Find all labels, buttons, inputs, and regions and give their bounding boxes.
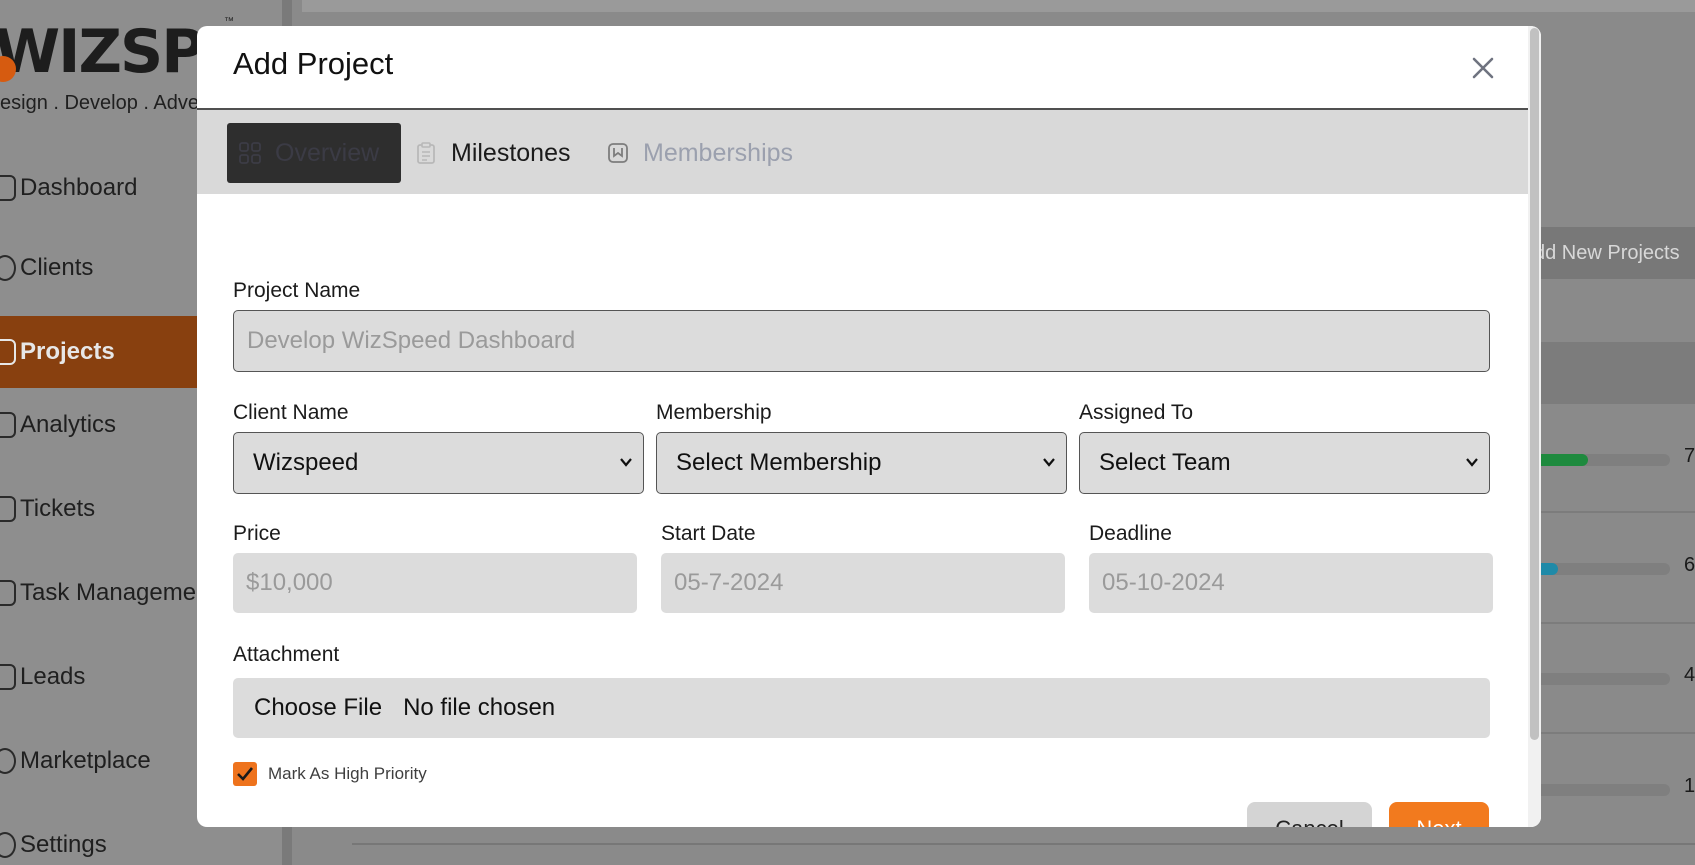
- progress-track: [1520, 454, 1670, 466]
- choose-file-button[interactable]: Choose File: [254, 694, 382, 722]
- list-icon: [0, 339, 16, 365]
- project-name-label: Project Name: [233, 279, 361, 302]
- client-name-select[interactable]: Wizspeed: [233, 432, 644, 494]
- progress-value: 7: [1684, 445, 1695, 467]
- leads-icon: [0, 664, 16, 690]
- high-priority-checkbox[interactable]: [233, 762, 257, 786]
- sidebar-item-label: Clients: [20, 254, 94, 281]
- price-label: Price: [233, 522, 281, 545]
- sidebar-item-tickets[interactable]: Tickets: [0, 489, 95, 529]
- attachment-file-input[interactable]: Choose File No file chosen: [233, 678, 1490, 738]
- clipboard-icon: [417, 142, 435, 164]
- sidebar-item-label: Settings: [20, 831, 107, 858]
- table-row: 1: [1520, 775, 1695, 799]
- tab-memberships[interactable]: Memberships: [607, 123, 793, 183]
- top-bar: [302, 0, 1695, 12]
- table-header: [1520, 342, 1695, 404]
- add-project-modal: Add Project Overview Milestones Membersh…: [197, 26, 1541, 827]
- attachment-label: Attachment: [233, 643, 340, 666]
- progress-track: [1520, 784, 1670, 796]
- sidebar-item-label: Task Manageme: [20, 579, 197, 606]
- deadline-label: Deadline: [1089, 522, 1172, 545]
- client-name-label: Client Name: [233, 401, 349, 424]
- chevron-down-icon: [1043, 458, 1055, 467]
- sidebar-item-marketplace[interactable]: Marketplace: [0, 741, 151, 781]
- tab-label: Milestones: [451, 138, 571, 167]
- sidebar-item-label: Dashboard: [20, 174, 138, 201]
- sidebar-item-label: Tickets: [20, 495, 96, 522]
- chart-icon: [0, 412, 16, 438]
- modal-scrollbar[interactable]: [1528, 26, 1541, 827]
- sidebar-item-leads[interactable]: Leads: [0, 657, 85, 697]
- start-date-label: Start Date: [661, 522, 756, 545]
- close-icon: [1472, 57, 1494, 79]
- sidebar-item-settings[interactable]: Settings: [0, 825, 107, 865]
- table-row: 4: [1520, 664, 1695, 688]
- project-name-input[interactable]: Develop WizSpeed Dashboard: [233, 310, 1490, 372]
- price-input[interactable]: $10,000: [233, 553, 637, 613]
- home-icon: [0, 175, 16, 201]
- bookmark-icon: [608, 143, 628, 163]
- row-divider: [1520, 511, 1695, 513]
- checkmark-icon: [237, 767, 254, 781]
- assigned-to-select[interactable]: Select Team: [1079, 432, 1490, 494]
- next-button[interactable]: Next: [1389, 802, 1489, 827]
- add-new-project-button[interactable]: dd New Projects: [1520, 227, 1695, 279]
- row-divider: [1520, 732, 1695, 734]
- gear-icon: [0, 832, 16, 858]
- scrollbar-thumb[interactable]: [1530, 28, 1539, 740]
- tab-label: Overview: [275, 138, 380, 167]
- cancel-button[interactable]: Cancel: [1247, 802, 1372, 827]
- table-row: 7: [1520, 445, 1695, 469]
- sidebar-item-label: Leads: [20, 663, 86, 690]
- assigned-to-label: Assigned To: [1079, 401, 1194, 424]
- sidebar-item-projects[interactable]: Projects: [0, 316, 197, 388]
- membership-label: Membership: [656, 401, 772, 424]
- modal-title: Add Project: [233, 46, 394, 81]
- progress-track: [1520, 563, 1670, 575]
- tab-label: Memberships: [643, 138, 794, 167]
- start-date-input[interactable]: 05-7-2024: [661, 553, 1065, 613]
- modal-header: Add Project: [197, 26, 1528, 110]
- divider: [352, 843, 1695, 845]
- sidebar-item-clients[interactable]: Clients: [0, 248, 93, 288]
- high-priority-label: Mark As High Priority: [268, 764, 427, 783]
- tab-milestones[interactable]: Milestones: [415, 123, 571, 183]
- membership-select[interactable]: Select Membership: [656, 432, 1067, 494]
- clipboard-icon: [0, 580, 16, 606]
- client-name-value: Wizspeed: [253, 449, 359, 476]
- progress-track: [1520, 673, 1670, 685]
- grid-icon: [239, 142, 261, 164]
- chevron-down-icon: [1466, 458, 1478, 467]
- chevron-down-icon: [620, 458, 632, 467]
- tab-overview[interactable]: Overview: [227, 123, 401, 183]
- sidebar-item-task-management[interactable]: Task Manageme: [0, 573, 196, 613]
- close-button[interactable]: [1465, 50, 1501, 86]
- file-status: No file chosen: [403, 694, 556, 721]
- table-row: 6: [1520, 554, 1695, 578]
- progress-value: 6: [1684, 554, 1695, 576]
- sidebar-item-label: Marketplace: [20, 747, 151, 774]
- modal-tabs: Overview Milestones Memberships: [197, 110, 1528, 194]
- row-divider: [1520, 622, 1695, 624]
- sidebar-item-label: Analytics: [20, 411, 117, 438]
- users-icon: [0, 255, 16, 281]
- store-icon: [0, 748, 16, 774]
- progress-value: 1: [1684, 775, 1695, 797]
- progress-value: 4: [1684, 664, 1695, 686]
- logo-tagline: esign . Develop . Adve: [0, 92, 200, 114]
- sidebar-item-label: Projects: [20, 338, 115, 365]
- membership-value: Select Membership: [676, 449, 882, 476]
- sidebar-item-analytics[interactable]: Analytics: [0, 405, 116, 445]
- assigned-to-value: Select Team: [1099, 449, 1231, 476]
- deadline-input[interactable]: 05-10-2024: [1089, 553, 1493, 613]
- ticket-icon: [0, 496, 16, 522]
- sidebar-item-dashboard[interactable]: Dashboard: [0, 168, 137, 208]
